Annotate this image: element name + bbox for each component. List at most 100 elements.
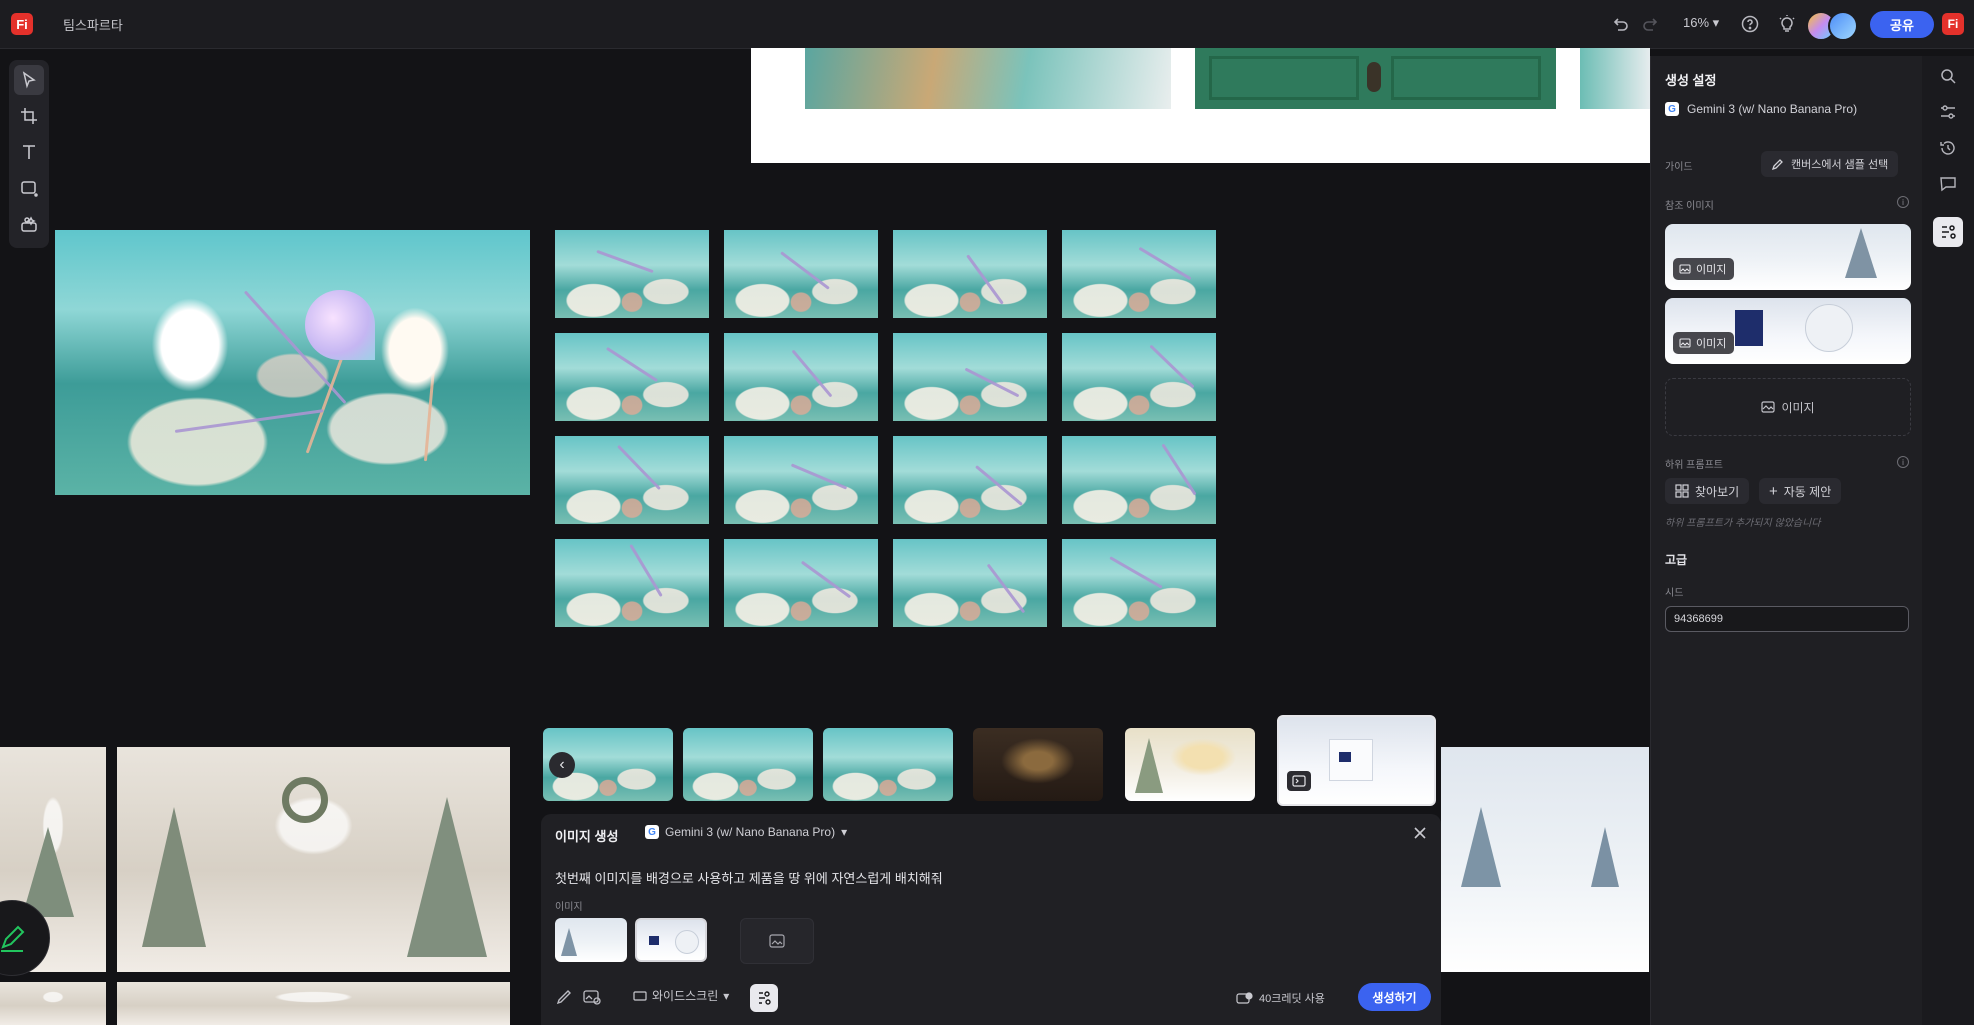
frame-tool-icon[interactable] xyxy=(14,101,44,131)
chevron-down-icon: ▾ xyxy=(723,988,730,1003)
user-avatar[interactable]: Fi xyxy=(1942,13,1964,35)
top-frame[interactable] xyxy=(751,48,1650,163)
generation-settings-icon[interactable] xyxy=(1933,217,1963,247)
aspect-ratio-select[interactable]: 와이드스크린 ▾ xyxy=(633,987,729,1004)
help-icon[interactable] xyxy=(1740,14,1760,34)
generated-image-thumb[interactable] xyxy=(724,333,878,421)
generated-image-thumb[interactable] xyxy=(1062,230,1216,318)
canvas-image[interactable] xyxy=(805,48,1171,109)
model-label: Gemini 3 (w/ Nano Banana Pro) xyxy=(1687,102,1858,116)
generated-image-thumb[interactable] xyxy=(724,539,878,627)
canvas-image[interactable] xyxy=(0,982,106,1025)
zoom-value: 16% xyxy=(1683,15,1710,30)
share-button[interactable]: 공유 xyxy=(1870,11,1934,38)
canvas-image[interactable] xyxy=(117,982,510,1025)
advanced-label: 고급 xyxy=(1665,553,1688,567)
browse-label: 찾아보기 xyxy=(1695,484,1740,499)
ref-image-slot[interactable]: 이미지 xyxy=(1665,224,1911,290)
prompt-input[interactable]: 첫번째 이미지를 배경으로 사용하고 제품을 땅 위에 자연스럽게 배치해줘 xyxy=(555,868,943,887)
top-bar: Fi 팀스파르타 16% ▾ 공유 Fi xyxy=(0,0,1974,49)
ref-image-chip[interactable]: 이미지 xyxy=(1673,332,1735,354)
generated-image-thumb[interactable] xyxy=(1062,539,1216,627)
gen-ref-image[interactable] xyxy=(555,918,627,962)
generated-image-thumb[interactable] xyxy=(1062,333,1216,421)
guide-label: 가이드 xyxy=(1665,162,1693,173)
browse-button[interactable]: 찾아보기 xyxy=(1665,478,1750,504)
sub-prompt-empty: 하위 프롬프트가 추가되지 않았습니다 xyxy=(1665,518,1821,529)
aspect-ratio-label: 와이드스크린 xyxy=(652,989,719,1003)
generated-image-thumb[interactable] xyxy=(893,539,1047,627)
variation-thumb[interactable] xyxy=(973,728,1103,801)
ref-image-chip[interactable]: 이미지 xyxy=(1673,258,1735,280)
auto-suggest-button[interactable]: + 자동 제안 xyxy=(1759,478,1842,504)
info-icon[interactable]: i xyxy=(1897,456,1909,468)
select-sample-label: 캔버스에서 샘플 선택 xyxy=(1791,159,1889,171)
image-icon xyxy=(769,934,785,948)
zoom-level[interactable]: 16% ▾ xyxy=(1683,15,1719,31)
variation-thumb[interactable] xyxy=(1125,728,1255,801)
canvas-image[interactable] xyxy=(1195,48,1556,109)
lightbulb-icon[interactable] xyxy=(1777,14,1797,34)
chevron-left-icon[interactable]: ‹ xyxy=(549,752,575,778)
text-tool-icon[interactable] xyxy=(14,137,44,167)
team-name[interactable]: 팀스파르타 xyxy=(63,15,123,34)
image-icon xyxy=(1679,264,1691,274)
canvas-image[interactable] xyxy=(117,747,510,972)
gen-ref-image[interactable] xyxy=(635,918,707,962)
generated-image-thumb[interactable] xyxy=(724,230,878,318)
model-select[interactable]: G Gemini 3 (w/ Nano Banana Pro) xyxy=(1665,102,1857,116)
credits-icon xyxy=(1236,992,1253,1004)
prompt-icon[interactable] xyxy=(1287,771,1311,791)
generated-image-thumb[interactable] xyxy=(555,539,709,627)
generated-image-thumb[interactable] xyxy=(555,436,709,524)
seed-input[interactable] xyxy=(1665,606,1909,632)
avatar[interactable] xyxy=(1828,11,1858,41)
generated-image-thumb[interactable] xyxy=(893,230,1047,318)
redo-icon[interactable] xyxy=(1641,14,1661,34)
image-generation-panel: 이미지 생성 G Gemini 3 (w/ Nano Banana Pro) ▾… xyxy=(541,814,1441,1025)
image-settings-icon[interactable] xyxy=(581,986,603,1008)
search-icon[interactable] xyxy=(1937,65,1959,87)
close-icon[interactable] xyxy=(1411,824,1429,842)
info-icon[interactable]: i xyxy=(1897,196,1909,208)
comment-icon[interactable] xyxy=(1937,173,1959,195)
sub-prompt-label: 하위 프롬프트 xyxy=(1665,460,1723,471)
model-select-label: Gemini 3 (w/ Nano Banana Pro) xyxy=(665,825,836,839)
shape-tool-icon[interactable] xyxy=(14,173,44,203)
history-icon[interactable] xyxy=(1937,137,1959,159)
ref-images-label: 참조 이미지 xyxy=(1665,201,1714,212)
generate-button[interactable]: 생성하기 xyxy=(1358,983,1431,1011)
credits-usage: 40크레딧 사용 xyxy=(1236,990,1325,1006)
hero-image[interactable] xyxy=(55,230,530,495)
add-image-button[interactable] xyxy=(740,918,814,964)
generate-tool-icon[interactable] xyxy=(14,209,44,239)
image-icon xyxy=(1761,401,1776,413)
generated-image-thumb[interactable] xyxy=(555,230,709,318)
generated-image-thumb[interactable] xyxy=(893,333,1047,421)
generated-image-thumb[interactable] xyxy=(1062,436,1216,524)
undo-icon[interactable] xyxy=(1610,14,1630,34)
chevron-down-icon: ▾ xyxy=(841,825,848,839)
canvas-image[interactable] xyxy=(1441,747,1649,972)
variation-thumb[interactable] xyxy=(683,728,813,801)
generated-image-thumb[interactable] xyxy=(555,333,709,421)
generated-image-thumb[interactable] xyxy=(893,436,1047,524)
select-tool-icon[interactable] xyxy=(14,65,44,95)
widescreen-icon xyxy=(633,990,647,1001)
collaborator-avatars[interactable] xyxy=(1806,11,1862,41)
style-settings-icon[interactable] xyxy=(750,984,778,1012)
brush-icon[interactable] xyxy=(553,986,575,1008)
app-logo[interactable]: Fi xyxy=(11,13,33,35)
variation-thumb[interactable] xyxy=(823,728,953,801)
canvas-image[interactable] xyxy=(1580,48,1650,109)
selected-variation-thumb[interactable] xyxy=(1277,715,1436,806)
model-select[interactable]: G Gemini 3 (w/ Nano Banana Pro) ▾ xyxy=(645,825,847,839)
ref-image-slot[interactable]: 이미지 xyxy=(1665,298,1911,364)
images-label: 이미지 xyxy=(555,902,583,913)
auto-suggest-label: 자동 제안 xyxy=(1783,484,1832,499)
add-ref-image-button[interactable]: 이미지 xyxy=(1665,378,1911,436)
generated-image-thumb[interactable] xyxy=(724,436,878,524)
select-sample-button[interactable]: 캔버스에서 샘플 선택 xyxy=(1761,151,1899,177)
google-icon: G xyxy=(1665,102,1679,116)
adjustments-icon[interactable] xyxy=(1937,101,1959,123)
